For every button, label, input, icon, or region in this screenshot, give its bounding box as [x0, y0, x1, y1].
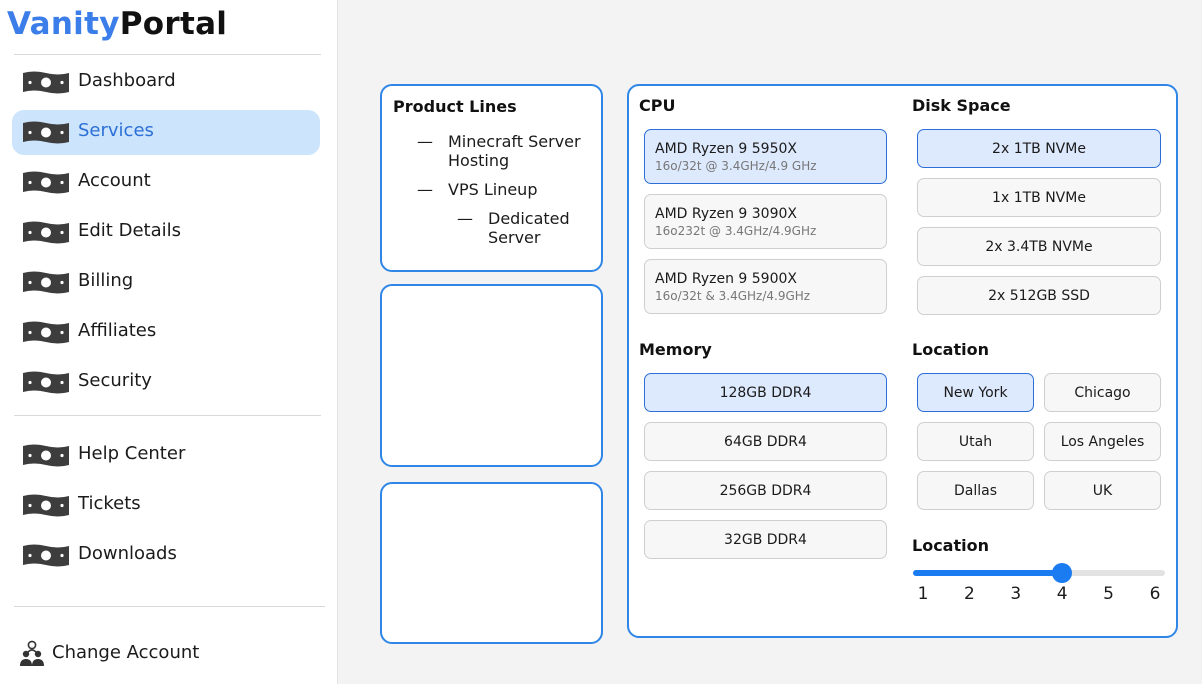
sidebar-item-affiliates[interactable]: Affiliates: [12, 310, 320, 355]
empty-card: [380, 482, 603, 644]
cash-bill-icon: [23, 271, 69, 294]
cpu-option[interactable]: AMD Ryzen 9 3090X 16o232t @ 3.4GHz/4.9GH…: [644, 194, 887, 249]
slider-tick-label: 6: [1149, 584, 1161, 604]
sidebar-item-tickets[interactable]: Tickets: [12, 483, 320, 528]
change-account-button[interactable]: Change Account: [18, 638, 318, 672]
cpu-option-detail: 16o/32t @ 3.4GHz/4.9 GHz: [655, 159, 817, 173]
disk-option[interactable]: 2x 1TB NVMe: [917, 129, 1161, 168]
sidebar-item-billing[interactable]: Billing: [12, 260, 320, 305]
cash-bill-icon: [23, 71, 69, 94]
brand-part-2: Portal: [119, 6, 228, 42]
cash-bill-icon: [23, 371, 69, 394]
disk-space-title: Disk Space: [912, 96, 1011, 115]
divider: [14, 54, 321, 55]
cpu-option[interactable]: AMD Ryzen 9 5900X 16o/32t & 3.4GHz/4.9GH…: [644, 259, 887, 314]
cpu-option-detail: 16o232t @ 3.4GHz/4.9GHz: [655, 224, 817, 238]
product-lines-title: Product Lines: [393, 97, 517, 116]
slider-tick-label: 4: [1056, 584, 1068, 604]
sidebar-item-label: Security: [78, 370, 152, 391]
sidebar-item-label: Billing: [78, 270, 134, 291]
memory-title: Memory: [639, 340, 712, 359]
cash-bill-icon: [23, 544, 69, 567]
cash-bill-icon: [23, 221, 69, 244]
location-option[interactable]: Dallas: [917, 471, 1034, 510]
sidebar-item-dashboard[interactable]: Dashboard: [12, 60, 320, 105]
dash: —: [457, 209, 473, 228]
dash: —: [417, 180, 433, 199]
sidebar-item-label: Tickets: [78, 493, 141, 514]
slider-tick-label: 5: [1103, 584, 1114, 604]
disk-option[interactable]: 2x 512GB SSD: [917, 276, 1161, 315]
memory-option[interactable]: 128GB DDR4: [644, 373, 887, 412]
product-lines-card: Product Lines — Minecraft Server Hosting…: [380, 84, 603, 272]
disk-option[interactable]: 2x 3.4TB NVMe: [917, 227, 1161, 266]
cpu-option-name: AMD Ryzen 9 3090X: [655, 206, 797, 222]
slider-tick-label: 1: [917, 584, 929, 604]
location-option[interactable]: New York: [917, 373, 1034, 412]
sidebar: VanityPortal Dashboard Services Account …: [0, 0, 338, 684]
sidebar-item-edit-details[interactable]: Edit Details: [12, 210, 320, 255]
users-icon: [20, 640, 44, 666]
sidebar-item-label: Account: [78, 170, 151, 191]
cash-bill-icon: [23, 121, 69, 144]
slider-fill: [913, 570, 1063, 576]
cash-bill-icon: [23, 321, 69, 344]
location-slider[interactable]: [913, 563, 1165, 583]
cpu-title: CPU: [639, 96, 676, 115]
cash-bill-icon: [23, 494, 69, 517]
change-account-label: Change Account: [52, 642, 200, 663]
cpu-option[interactable]: AMD Ryzen 9 5950X 16o/32t @ 3.4GHz/4.9 G…: [644, 129, 887, 184]
location-option[interactable]: Chicago: [1044, 373, 1161, 412]
sidebar-item-label: Affiliates: [78, 320, 157, 341]
empty-card: [380, 284, 603, 467]
cpu-option-name: AMD Ryzen 9 5950X: [655, 141, 797, 157]
sidebar-item-label: Edit Details: [78, 220, 181, 241]
product-line-label: Minecraft Server Hosting: [448, 132, 581, 170]
cash-bill-icon: [23, 444, 69, 467]
dash: —: [417, 132, 433, 151]
cpu-option-detail: 16o/32t & 3.4GHz/4.9GHz: [655, 289, 811, 303]
cpu-option-name: AMD Ryzen 9 5900X: [655, 271, 797, 287]
sidebar-item-services[interactable]: Services: [12, 110, 320, 155]
location-option[interactable]: Utah: [917, 422, 1034, 461]
sidebar-item-security[interactable]: Security: [12, 360, 320, 405]
sidebar-item-label: Downloads: [78, 543, 177, 564]
sidebar-item-downloads[interactable]: Downloads: [12, 533, 320, 578]
sidebar-item-account[interactable]: Account: [12, 160, 320, 205]
memory-option[interactable]: 64GB DDR4: [644, 422, 887, 461]
memory-option[interactable]: 32GB DDR4: [644, 520, 887, 559]
location-option[interactable]: UK: [1044, 471, 1161, 510]
brand-logo[interactable]: VanityPortal: [7, 6, 227, 42]
divider: [14, 606, 325, 607]
sidebar-item-label: Services: [78, 120, 154, 141]
sidebar-item-help-center[interactable]: Help Center: [12, 433, 320, 478]
cash-bill-icon: [23, 171, 69, 194]
sidebar-item-label: Dashboard: [78, 70, 176, 91]
product-line-label: Dedicated Server: [488, 209, 570, 247]
disk-option[interactable]: 1x 1TB NVMe: [917, 178, 1161, 217]
slider-tick-label: 2: [963, 584, 975, 604]
location-option[interactable]: Los Angeles: [1044, 422, 1161, 461]
divider: [14, 415, 321, 416]
memory-option[interactable]: 256GB DDR4: [644, 471, 887, 510]
sidebar-item-label: Help Center: [78, 443, 186, 464]
product-line-label: VPS Lineup: [448, 180, 538, 199]
brand-part-1: Vanity: [7, 6, 120, 42]
slider-tick-label: 3: [1010, 584, 1022, 604]
location-slider-title: Location: [912, 536, 989, 555]
location-title: Location: [912, 340, 989, 359]
